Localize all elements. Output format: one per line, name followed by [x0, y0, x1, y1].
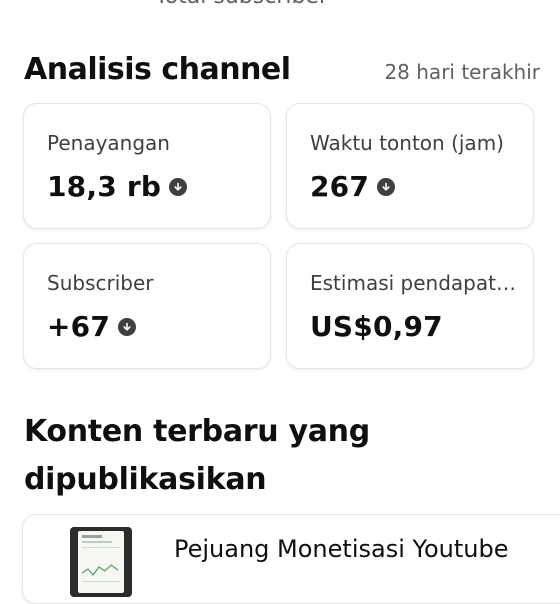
total-subscriber-caption: Total subscriber — [155, 0, 328, 9]
metric-label: Subscriber — [47, 271, 154, 295]
section-title: Analisis channel — [24, 52, 291, 87]
arrow-down-circle-icon — [118, 318, 137, 336]
metric-label: Estimasi pendapatan — [310, 271, 517, 295]
metric-value: +67 — [47, 310, 111, 343]
channel-analytics-header: Analisis channel 28 hari terakhir — [24, 52, 540, 96]
recent-content-title: Konten terbaru yang dipublikasikan — [24, 414, 370, 497]
video-thumbnail — [70, 527, 132, 597]
metric-card-estimated-revenue[interactable]: Estimasi pendapatan US$0,97 — [286, 243, 534, 369]
metric-value: 18,3 rb — [47, 170, 162, 203]
date-range-label: 28 hari terakhir — [384, 60, 540, 84]
metric-label: Waktu tonton (jam) — [310, 131, 504, 155]
arrow-down-circle-icon — [169, 178, 188, 196]
recent-video-card[interactable]: Pejuang Monetisasi Youtube — [22, 514, 560, 604]
metric-value: 267 — [310, 170, 370, 203]
arrow-down-circle-icon — [377, 178, 396, 196]
metric-card-subscribers[interactable]: Subscriber +67 — [23, 243, 271, 369]
metric-card-watch-time[interactable]: Waktu tonton (jam) 267 — [286, 103, 534, 229]
metric-label: Penayangan — [47, 131, 170, 155]
metric-value: US$0,97 — [310, 310, 443, 343]
metric-card-views[interactable]: Penayangan 18,3 rb — [23, 103, 271, 229]
video-title[interactable]: Pejuang Monetisasi Youtube — [174, 535, 514, 563]
